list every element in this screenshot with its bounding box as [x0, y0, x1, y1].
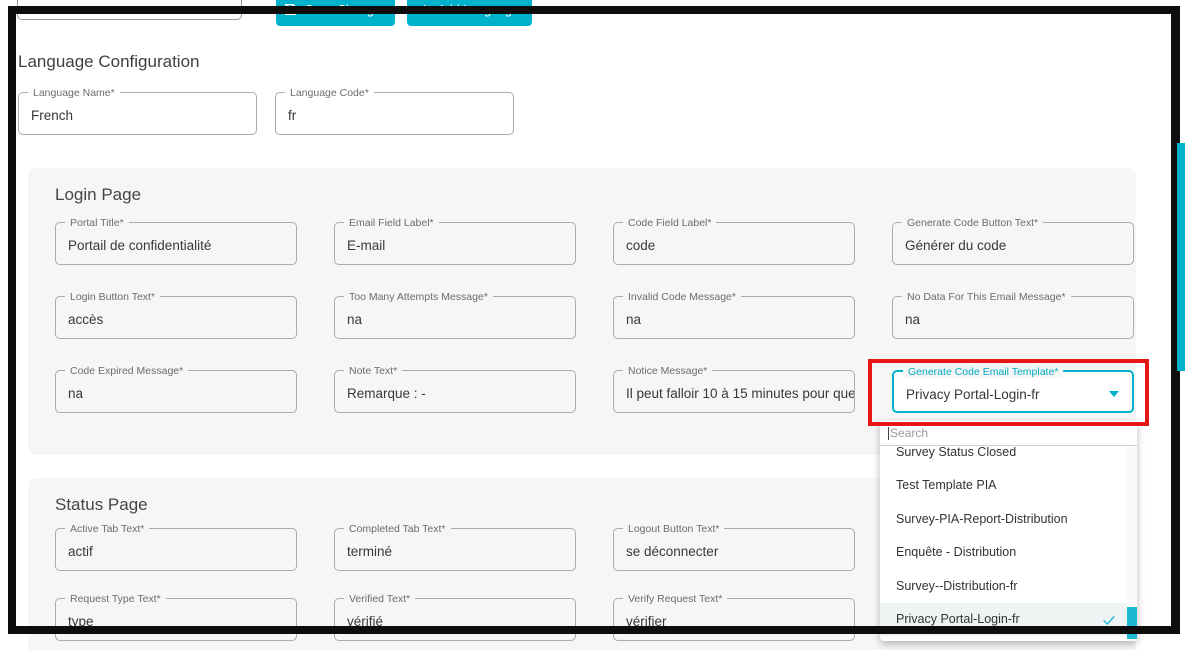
language-name-field[interactable]: Language Name* French [18, 92, 257, 135]
template-dropdown-panel: Search Survey Status Closed Test Templat… [880, 421, 1137, 641]
login-page-section: Login Page Portal Title* Portail de conf… [28, 168, 1136, 455]
too-many-attempts-field[interactable]: Too Many Attempts Message* na [334, 296, 576, 339]
language-search-input[interactable] [17, 0, 242, 20]
portal-title-field[interactable]: Portal Title* Portail de confidentialité [55, 222, 297, 265]
login-fields-grid: Portal Title* Portail de confidentialité… [55, 222, 1136, 413]
save-changes-label: Save Changes [305, 3, 387, 17]
language-name-label: Language Name* [28, 87, 120, 99]
invalid-code-message-field[interactable]: Invalid Code Message* na [613, 296, 855, 339]
note-text-field[interactable]: Note Text* Remarque : - [334, 370, 576, 413]
field-label: Login Button Text* [65, 291, 160, 303]
chevron-down-icon[interactable] [1109, 391, 1119, 397]
field-label: No Data For This Email Message* [902, 291, 1071, 303]
frame-border-left [8, 6, 16, 634]
verified-text-field[interactable]: Verified Text* vérifié [334, 598, 576, 641]
field-label: Invalid Code Message* [623, 291, 741, 303]
field-label: Completed Tab Text* [344, 523, 451, 535]
field-label: Portal Title* [65, 217, 129, 229]
dropdown-option[interactable]: Survey-PIA-Report-Distribution [880, 502, 1127, 536]
notice-message-field[interactable]: Notice Message* Il peut falloir 10 à 15 … [613, 370, 855, 413]
field-label: Verified Text* [344, 593, 415, 605]
page-scrollbar-thumb[interactable] [1177, 143, 1185, 371]
save-icon [284, 3, 297, 16]
text-caret [888, 427, 889, 440]
dropdown-scrollbar-thumb[interactable] [1127, 607, 1137, 639]
login-button-text-field[interactable]: Login Button Text* accès [55, 296, 297, 339]
no-data-email-message-field[interactable]: No Data For This Email Message* na [892, 296, 1134, 339]
active-tab-text-field[interactable]: Active Tab Text* actif [55, 528, 297, 571]
dropdown-option-selected[interactable]: Privacy Portal-Login-fr [880, 603, 1127, 637]
dropdown-options-list: Survey Status Closed Test Template PIA S… [880, 447, 1127, 641]
save-changes-button[interactable]: Save Changes [276, 0, 395, 26]
generate-code-button-text-field[interactable]: Generate Code Button Text* Générer du co… [892, 222, 1134, 265]
select-label: Generate Code Email Template* [903, 366, 1063, 378]
completed-tab-text-field[interactable]: Completed Tab Text* terminé [334, 528, 576, 571]
code-field-label-field[interactable]: Code Field Label* code [613, 222, 855, 265]
field-label: Note Text* [344, 365, 402, 377]
option-label: Privacy Portal-Login-fr [896, 612, 1020, 626]
option-label: Enquête - Distribution [896, 545, 1016, 559]
field-label: Email Field Label* [344, 217, 439, 229]
verify-request-text-field[interactable]: Verify Request Text* vérifier [613, 598, 855, 641]
field-label: Code Expired Message* [65, 365, 188, 377]
field-label: Active Tab Text* [65, 523, 149, 535]
code-expired-message-field[interactable]: Code Expired Message* na [55, 370, 297, 413]
dropdown-option[interactable]: Survey Status Closed [880, 447, 1127, 469]
field-label: Verify Request Text* [623, 593, 727, 605]
option-label: Survey--Distribution-fr [896, 579, 1018, 593]
field-label: Generate Code Button Text* [902, 217, 1043, 229]
language-code-label: Language Code* [285, 87, 374, 99]
field-label: Code Field Label* [623, 217, 716, 229]
field-label: Notice Message* [623, 365, 712, 377]
field-label: Too Many Attempts Message* [344, 291, 493, 303]
dropdown-search-input[interactable]: Search [880, 421, 1137, 446]
add-language-label: Add Language [438, 3, 519, 17]
dropdown-option[interactable]: Survey--Distribution-fr [880, 569, 1127, 603]
option-label: Survey Status Closed [896, 447, 1016, 459]
field-label: Logout Button Text* [623, 523, 724, 535]
page-title: Language Configuration [18, 52, 199, 72]
option-label: Test Template PIA [896, 478, 997, 492]
logout-button-text-field[interactable]: Logout Button Text* se déconnecter [613, 528, 855, 571]
login-page-title: Login Page [55, 184, 1136, 206]
search-placeholder: Search [890, 426, 928, 440]
dropdown-option[interactable]: Enquête - Distribution [880, 536, 1127, 570]
plus-icon: + [420, 2, 429, 18]
option-label: Survey-PIA-Report-Distribution [896, 512, 1068, 526]
field-label: Request Type Text* [65, 593, 166, 605]
add-language-button[interactable]: + Add Language [407, 0, 532, 26]
language-code-field[interactable]: Language Code* fr [275, 92, 514, 135]
checkmark-icon [1101, 612, 1117, 628]
request-type-text-field[interactable]: Request Type Text* type [55, 598, 297, 641]
dropdown-scrollbar-track[interactable] [1127, 447, 1137, 641]
dropdown-option[interactable]: Test Template PIA [880, 469, 1127, 503]
email-field-label-field[interactable]: Email Field Label* E-mail [334, 222, 576, 265]
generate-code-email-template-select[interactable]: Generate Code Email Template* Privacy Po… [892, 370, 1134, 413]
